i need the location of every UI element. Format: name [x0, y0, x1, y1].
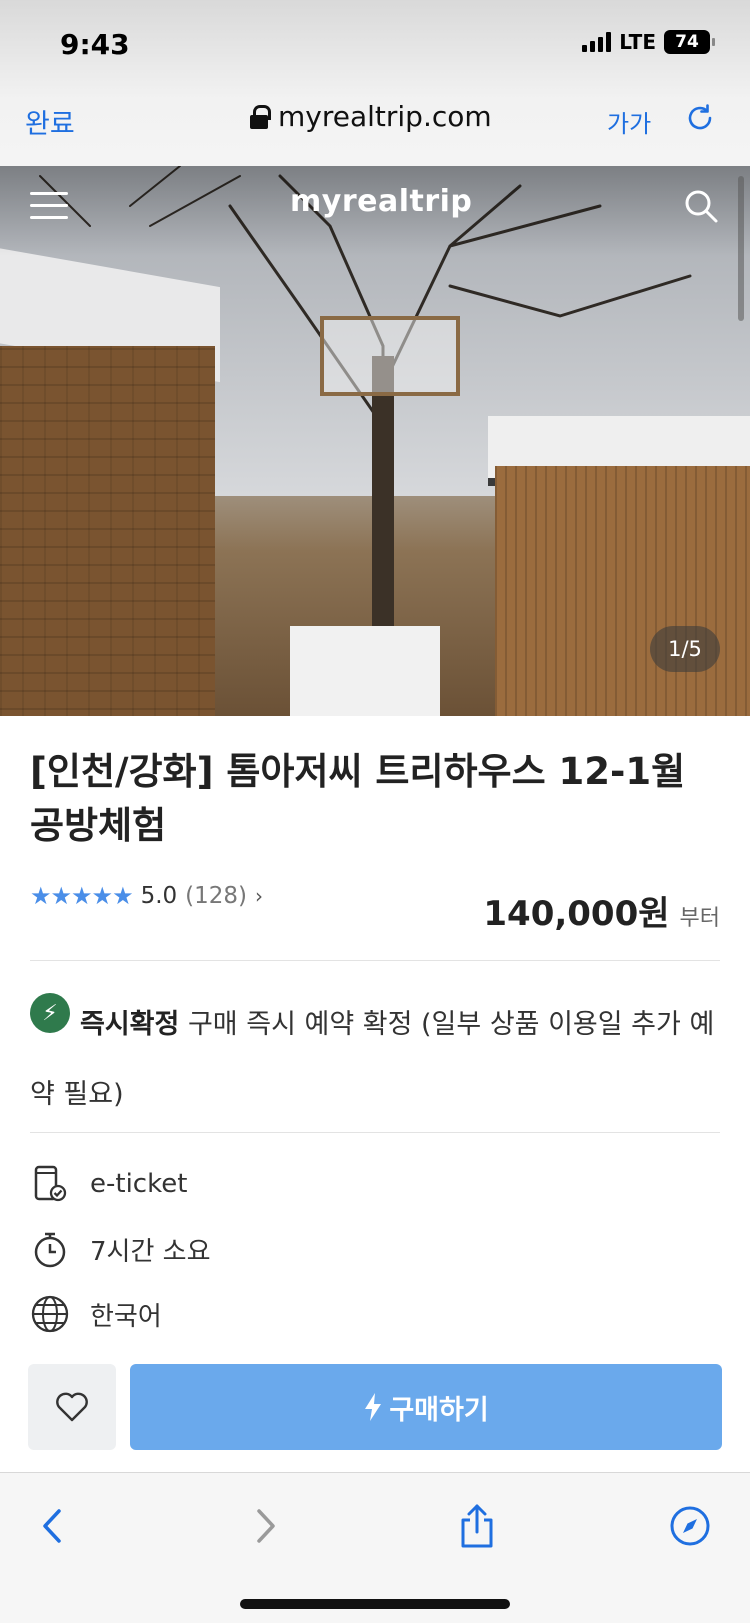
reload-icon[interactable]: [684, 102, 716, 134]
timer-icon: [34, 1232, 66, 1268]
battery-icon: 74: [664, 30, 715, 54]
buy-button[interactable]: 구매하기: [130, 1364, 722, 1450]
rating-value: 5.0: [140, 883, 178, 909]
home-indicator[interactable]: [240, 1599, 510, 1609]
text-size-button[interactable]: 가가: [607, 104, 651, 139]
hero-image-carousel[interactable]: myrealtrip 1/5: [0, 166, 750, 716]
info-item-language: 한국어: [30, 1294, 162, 1334]
info-item-ticket: e-ticket: [30, 1164, 187, 1204]
info-text: e-ticket: [90, 1169, 188, 1199]
address-bar[interactable]: myrealtrip.com: [250, 100, 492, 133]
treehouse-platform: [320, 316, 460, 396]
star-rating-icon: ★★★★★: [30, 882, 134, 910]
product-title: [인천/강화] 톰아저씨 트리하우스 12-1월 공방체험: [30, 750, 686, 847]
snowy-ground: [290, 626, 440, 716]
wishlist-button[interactable]: [28, 1364, 116, 1450]
buy-button-label: 구매하기: [389, 1394, 489, 1426]
battery-level: 74: [675, 32, 699, 52]
mobile-ticket-icon: [34, 1165, 67, 1202]
price-block: 140,000원 부터: [483, 886, 720, 935]
image-counter: 1/5: [650, 626, 720, 672]
review-count: (128): [185, 883, 248, 909]
network-type: LTE: [619, 30, 656, 54]
site-header: myrealtrip: [0, 166, 750, 256]
lightning-badge-icon: ⚡: [30, 993, 70, 1033]
price-suffix: 부터: [679, 906, 720, 931]
instant-confirm-label: 즉시확정: [80, 1009, 180, 1040]
cellular-signal-icon: [582, 32, 612, 52]
hamburger-menu-icon[interactable]: [30, 192, 68, 220]
left-treehouse: [0, 346, 215, 716]
chevron-right-icon: [257, 1509, 275, 1543]
info-text: 7시간 소요: [90, 1236, 211, 1267]
price: 140,000원: [483, 894, 670, 934]
url-text: myrealtrip.com: [278, 100, 492, 133]
page-scrollbar[interactable]: [738, 176, 744, 321]
lightning-icon: [365, 1393, 382, 1421]
info-text: 한국어: [90, 1301, 162, 1332]
browser-top-chrome: 9:43 LTE 74 완료 myrealtrip.com 가가: [0, 0, 750, 166]
share-icon: [461, 1504, 493, 1548]
lock-icon: [250, 104, 271, 129]
rating-summary[interactable]: ★★★★★ 5.0 (128) ›: [30, 882, 263, 910]
open-in-safari-button[interactable]: [665, 1501, 715, 1551]
brand-logo[interactable]: myrealtrip: [290, 184, 472, 219]
status-indicators: LTE 74: [582, 30, 715, 54]
back-button[interactable]: [28, 1501, 78, 1551]
divider: [30, 1132, 720, 1133]
info-item-duration: 7시간 소요: [30, 1229, 211, 1269]
forward-button[interactable]: [240, 1501, 290, 1551]
instant-confirm-notice: 즉시확정 구매 즉시 예약 확정 (일부 상품 이용일 추가 예약 필요): [30, 990, 720, 1130]
compass-icon: [670, 1506, 710, 1546]
heart-icon: [56, 1392, 88, 1422]
search-icon[interactable]: [683, 188, 719, 224]
globe-icon: [31, 1295, 69, 1333]
chevron-right-icon: ›: [255, 884, 264, 908]
share-button[interactable]: [452, 1501, 502, 1551]
done-button[interactable]: 완료: [25, 102, 75, 141]
browser-bottom-toolbar: [0, 1472, 750, 1623]
right-cabin: [495, 466, 750, 716]
status-time: 9:43: [60, 28, 130, 61]
divider: [30, 960, 720, 961]
chevron-left-icon: [43, 1509, 61, 1543]
